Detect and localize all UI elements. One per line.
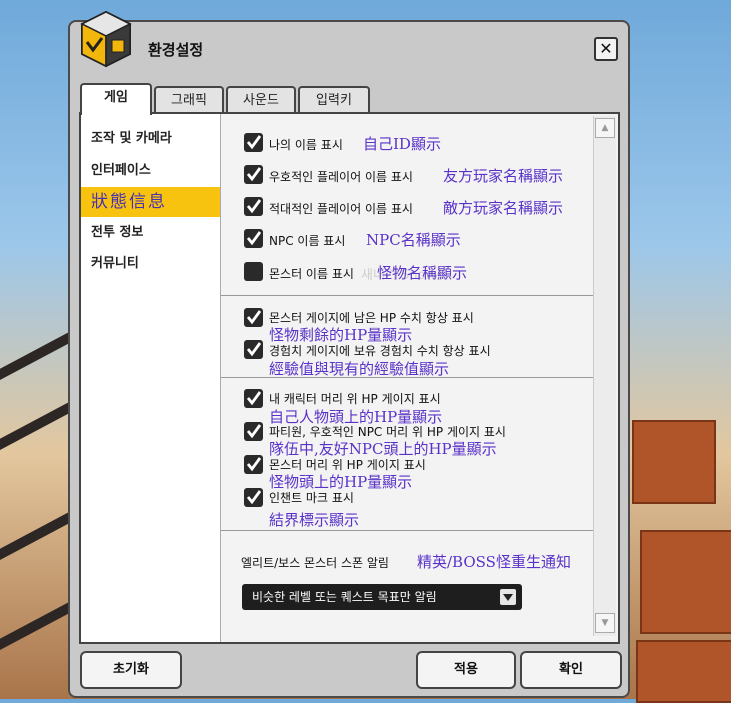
section-divider <box>221 377 596 378</box>
tab-label: 입력키 <box>316 93 352 108</box>
option-label: 몬스터 이름 표시 <box>269 267 354 281</box>
button-label: 확인 <box>559 662 583 677</box>
sidebar-item-label: 狀態信息 <box>91 192 167 212</box>
button-label: 초기화 <box>113 662 149 677</box>
apply-button[interactable]: 적용 <box>416 651 516 689</box>
sidebar-item-controls-camera[interactable]: 조작 및 카메라 <box>81 124 220 154</box>
scroll-up-button[interactable]: ▲ <box>595 118 615 138</box>
sidebar-item-community[interactable]: 커뮤니티 <box>81 249 220 279</box>
checkbox-friendly-player-name[interactable] <box>244 165 263 184</box>
settings-window: 환경설정 ✕ 게임 그래픽 사운드 입력키 조작 및 카메라 인터페이스 狀態信… <box>68 10 630 698</box>
checkbox-exp-value[interactable] <box>244 340 263 359</box>
window-title: 환경설정 <box>148 41 204 59</box>
close-button[interactable]: ✕ <box>594 37 618 61</box>
tab-graphics[interactable]: 그래픽 <box>154 86 224 114</box>
section-divider <box>221 530 596 531</box>
option-translation: 敵方玩家名稱顯示 <box>443 199 564 217</box>
checkbox-my-name[interactable] <box>244 133 263 152</box>
background-block <box>632 420 716 504</box>
sidebar-item-label: 전투 정보 <box>91 225 144 240</box>
scrollbar[interactable]: ▲ ▼ <box>593 116 616 636</box>
option-translation: 自己ID顯示 <box>363 135 441 153</box>
option-label: 우호적인 플레이어 이름 표시 <box>269 170 413 184</box>
option-label: 경험치 게이지에 보유 경험치 수치 항상 표시 <box>269 344 491 358</box>
sidebar-item-status-info[interactable]: 狀態信息 <box>81 187 220 217</box>
option-label: 인챈트 마크 표시 <box>269 491 354 505</box>
checkbox-enchant-mark[interactable] <box>244 488 263 507</box>
settings-cube-icon <box>80 10 132 68</box>
arrow-up-icon: ▲ <box>601 123 609 133</box>
sidebar-item-label: 조작 및 카메라 <box>91 131 172 146</box>
option-label: 적대적인 플레이어 이름 표시 <box>269 202 413 216</box>
tab-label: 게임 <box>104 90 128 105</box>
reset-button[interactable]: 초기화 <box>80 651 182 689</box>
section-divider <box>221 295 596 296</box>
checkbox-party-npc-hp-gauge[interactable] <box>244 422 263 441</box>
tab-label: 그래픽 <box>171 93 207 108</box>
checkbox-npc-name[interactable] <box>244 229 263 248</box>
option-translation: NPC名稱顯示 <box>366 231 461 249</box>
option-label: 나의 이름 표시 <box>269 138 343 152</box>
tab-game[interactable]: 게임 <box>80 83 152 115</box>
close-icon: ✕ <box>599 39 613 58</box>
settings-panel: 조작 및 카메라 인터페이스 狀態信息 전투 정보 커뮤니티 새내기 Snow짓… <box>79 112 620 644</box>
background-block <box>640 530 731 634</box>
option-label: 내 캐릭터 머리 위 HP 게이지 표시 <box>269 392 441 406</box>
sidebar-item-combat-info[interactable]: 전투 정보 <box>81 218 220 248</box>
tab-input-keys[interactable]: 입력키 <box>298 86 370 114</box>
sidebar-item-label: 커뮤니티 <box>91 256 139 271</box>
spawn-alert-label: 엘리트/보스 몬스터 스폰 알림 <box>241 556 389 570</box>
sidebar: 조작 및 카메라 인터페이스 狀態信息 전투 정보 커뮤니티 <box>81 114 221 642</box>
tab-sound[interactable]: 사운드 <box>226 86 296 114</box>
sidebar-item-label: 인터페이스 <box>91 163 151 178</box>
option-translation: 結界標示顯示 <box>269 511 360 529</box>
sidebar-item-interface[interactable]: 인터페이스 <box>81 156 220 186</box>
arrow-down-icon: ▼ <box>601 618 609 628</box>
title-bar[interactable]: 환경설정 ✕ <box>70 10 628 77</box>
dropdown-selected-value: 비슷한 레벨 또는 퀘스트 목표만 알림 <box>252 590 437 604</box>
spawn-alert-translation: 精英/BOSS怪重生通知 <box>417 553 571 571</box>
option-translation: 友方玩家名稱顯示 <box>443 167 564 185</box>
confirm-button[interactable]: 확인 <box>520 651 622 689</box>
option-label: NPC 이름 표시 <box>269 234 346 248</box>
scroll-down-button[interactable]: ▼ <box>595 613 615 633</box>
background-block <box>636 640 731 703</box>
checkbox-monster-hp-value[interactable] <box>244 308 263 327</box>
option-translation: 經驗值與現有的經驗值顯示 <box>269 360 450 378</box>
checkbox-hostile-player-name[interactable] <box>244 197 263 216</box>
spawn-alert-dropdown[interactable]: 비슷한 레벨 또는 퀘스트 목표만 알림 <box>242 584 522 610</box>
button-label: 적용 <box>454 662 478 677</box>
options-content: 새내기 Snow짓 나의 이름 표시 自己ID顯示 우호적인 플레이어 이름 표… <box>221 114 618 642</box>
chevron-down-icon[interactable] <box>500 589 516 605</box>
checkbox-my-hp-gauge[interactable] <box>244 389 263 408</box>
checkbox-monster-hp-gauge[interactable] <box>244 455 263 474</box>
checkbox-monster-name[interactable] <box>244 262 263 281</box>
option-translation: 怪物名稱顯示 <box>377 264 468 282</box>
tab-label: 사운드 <box>243 93 279 108</box>
